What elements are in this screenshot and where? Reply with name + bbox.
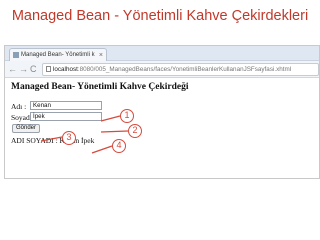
- annotation-badge-3: 3: [62, 131, 76, 145]
- annotation-badge-2: 2: [128, 124, 142, 138]
- arrow-3: [40, 136, 63, 142]
- annotation-arrows: [40, 115, 129, 154]
- annotation-badge-4: 4: [112, 139, 126, 153]
- arrow-4: [91, 145, 113, 154]
- arrow-1: [100, 115, 121, 122]
- annotation-badge-1: 1: [120, 109, 134, 123]
- arrow-2: [100, 130, 129, 133]
